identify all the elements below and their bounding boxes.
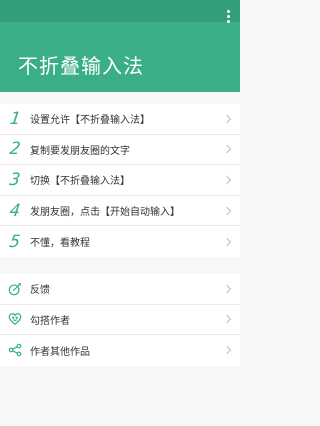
step-label: 复制要发朋友圈的文字 bbox=[30, 145, 130, 157]
step-number: 1 bbox=[8, 108, 22, 129]
step-row-3[interactable]: 3 切换【不折叠输入法】 bbox=[0, 165, 240, 196]
step-label: 发朋友圈，点击【开始自动输入】 bbox=[30, 207, 180, 219]
step-row-1[interactable]: 1 设置允许【不折叠输入法】 bbox=[0, 104, 240, 135]
step-label: 切换【不折叠输入法】 bbox=[30, 176, 130, 188]
contact-author-label: 勾搭作者 bbox=[30, 315, 70, 327]
overflow-menu-icon[interactable] bbox=[220, 6, 236, 26]
chevron-right-icon bbox=[222, 315, 232, 324]
step-row-2[interactable]: 2 复制要发朋友圈的文字 bbox=[0, 135, 240, 166]
share-icon bbox=[8, 343, 22, 357]
steps-list: 1 设置允许【不折叠输入法】 2 复制要发朋友圈的文字 3 切换【不折叠输入法】… bbox=[0, 104, 240, 257]
feedback-pen-icon bbox=[8, 282, 22, 296]
other-works-row[interactable]: 作者其他作品 bbox=[0, 335, 240, 366]
other-works-label: 作者其他作品 bbox=[30, 346, 90, 358]
step-label: 设置允许【不折叠输入法】 bbox=[30, 115, 150, 127]
step-number: 2 bbox=[8, 139, 22, 160]
step-row-4[interactable]: 4 发朋友圈，点击【开始自动输入】 bbox=[0, 196, 240, 227]
app-header: 不折叠输入法 bbox=[0, 0, 240, 92]
status-bar bbox=[0, 0, 240, 22]
chevron-right-icon bbox=[222, 346, 232, 355]
more-list: 反馈 勾搭作者 作者其他作品 bbox=[0, 274, 240, 366]
step-row-5[interactable]: 5 不懂，看教程 bbox=[0, 226, 240, 257]
step-label: 不懂，看教程 bbox=[30, 238, 90, 250]
step-number: 4 bbox=[8, 200, 22, 221]
heart-face-icon bbox=[8, 312, 22, 326]
feedback-row[interactable]: 反馈 bbox=[0, 274, 240, 305]
app-title: 不折叠输入法 bbox=[18, 54, 144, 78]
chevron-right-icon bbox=[222, 175, 232, 185]
chevron-right-icon bbox=[222, 145, 232, 154]
chevron-right-icon bbox=[222, 114, 232, 124]
chevron-right-icon bbox=[222, 284, 232, 294]
step-number: 3 bbox=[8, 169, 22, 190]
step-number: 5 bbox=[8, 231, 22, 252]
chevron-right-icon bbox=[222, 237, 232, 246]
contact-author-row[interactable]: 勾搭作者 bbox=[0, 305, 240, 336]
chevron-right-icon bbox=[222, 206, 232, 215]
feedback-label: 反馈 bbox=[30, 285, 50, 297]
